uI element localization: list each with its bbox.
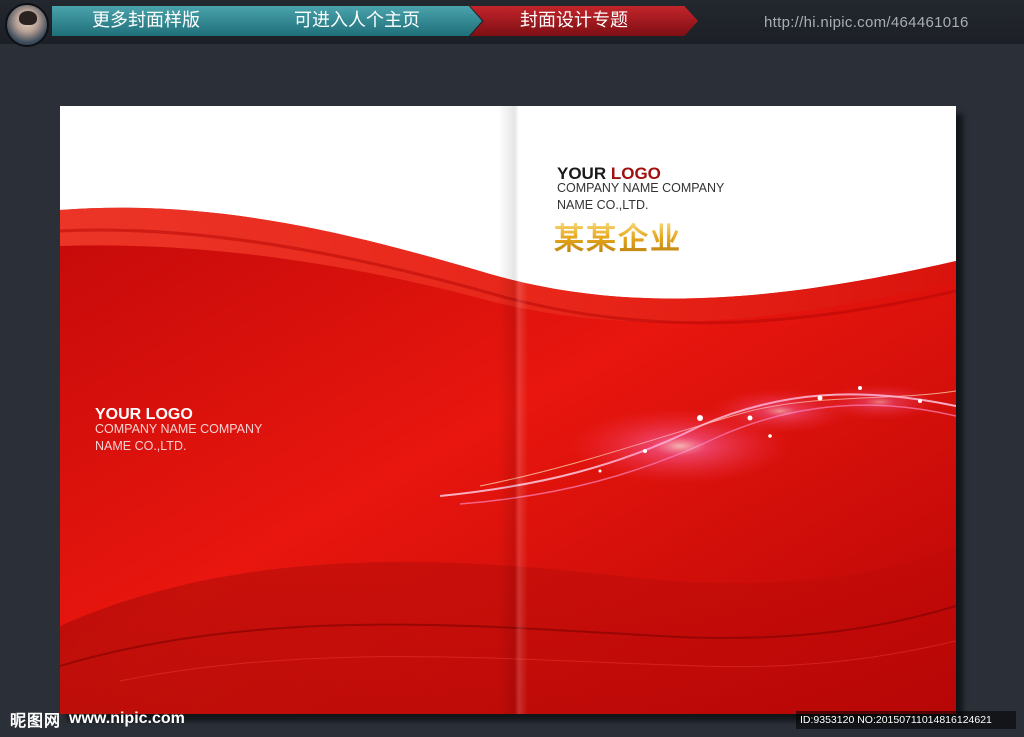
top-nav-bar: 更多封面样版 可进入人个主页 封面设计专题 http://hi.nipic.co… bbox=[0, 0, 1024, 47]
nav-more-cover-templates[interactable]: 更多封面样版 bbox=[52, 6, 280, 36]
back-company-name: COMPANY NAME COMPANY NAME CO.,LTD. bbox=[95, 421, 315, 455]
image-id-watermark: ID:9353120 NO:20150711014816124621 bbox=[796, 711, 1016, 729]
nav-personal-homepage[interactable]: 可进入人个主页 bbox=[262, 6, 482, 36]
profile-url[interactable]: http://hi.nipic.com/464461016 bbox=[764, 14, 969, 31]
nav-item-label: 封面设计专题 bbox=[520, 10, 628, 31]
nav-item-label: 可进入人个主页 bbox=[294, 10, 420, 31]
user-avatar[interactable] bbox=[5, 3, 49, 47]
nav-item-label: 更多封面样版 bbox=[92, 10, 200, 31]
front-company-cn-title: 某某企业 bbox=[554, 214, 682, 258]
front-company-line1: COMPANY NAME COMPANY bbox=[557, 181, 725, 195]
front-company-line2: NAME CO.,LTD. bbox=[557, 198, 649, 212]
back-company-line1: COMPANY NAME COMPANY bbox=[95, 422, 263, 436]
front-company-name: COMPANY NAME COMPANY NAME CO.,LTD. bbox=[557, 180, 757, 214]
brochure-cover: YOUR LOGO COMPANY NAME COMPANY NAME CO.,… bbox=[60, 106, 956, 714]
nav-cover-design-topic[interactable]: 封面设计专题 bbox=[470, 6, 698, 36]
brochure-fold-line bbox=[498, 106, 528, 714]
site-watermark-url: www.nipic.com bbox=[69, 710, 185, 727]
site-watermark: 昵图网 www.nipic.com bbox=[10, 707, 185, 731]
site-watermark-cn: 昵图网 bbox=[10, 711, 62, 730]
back-company-line2: NAME CO.,LTD. bbox=[95, 439, 187, 453]
